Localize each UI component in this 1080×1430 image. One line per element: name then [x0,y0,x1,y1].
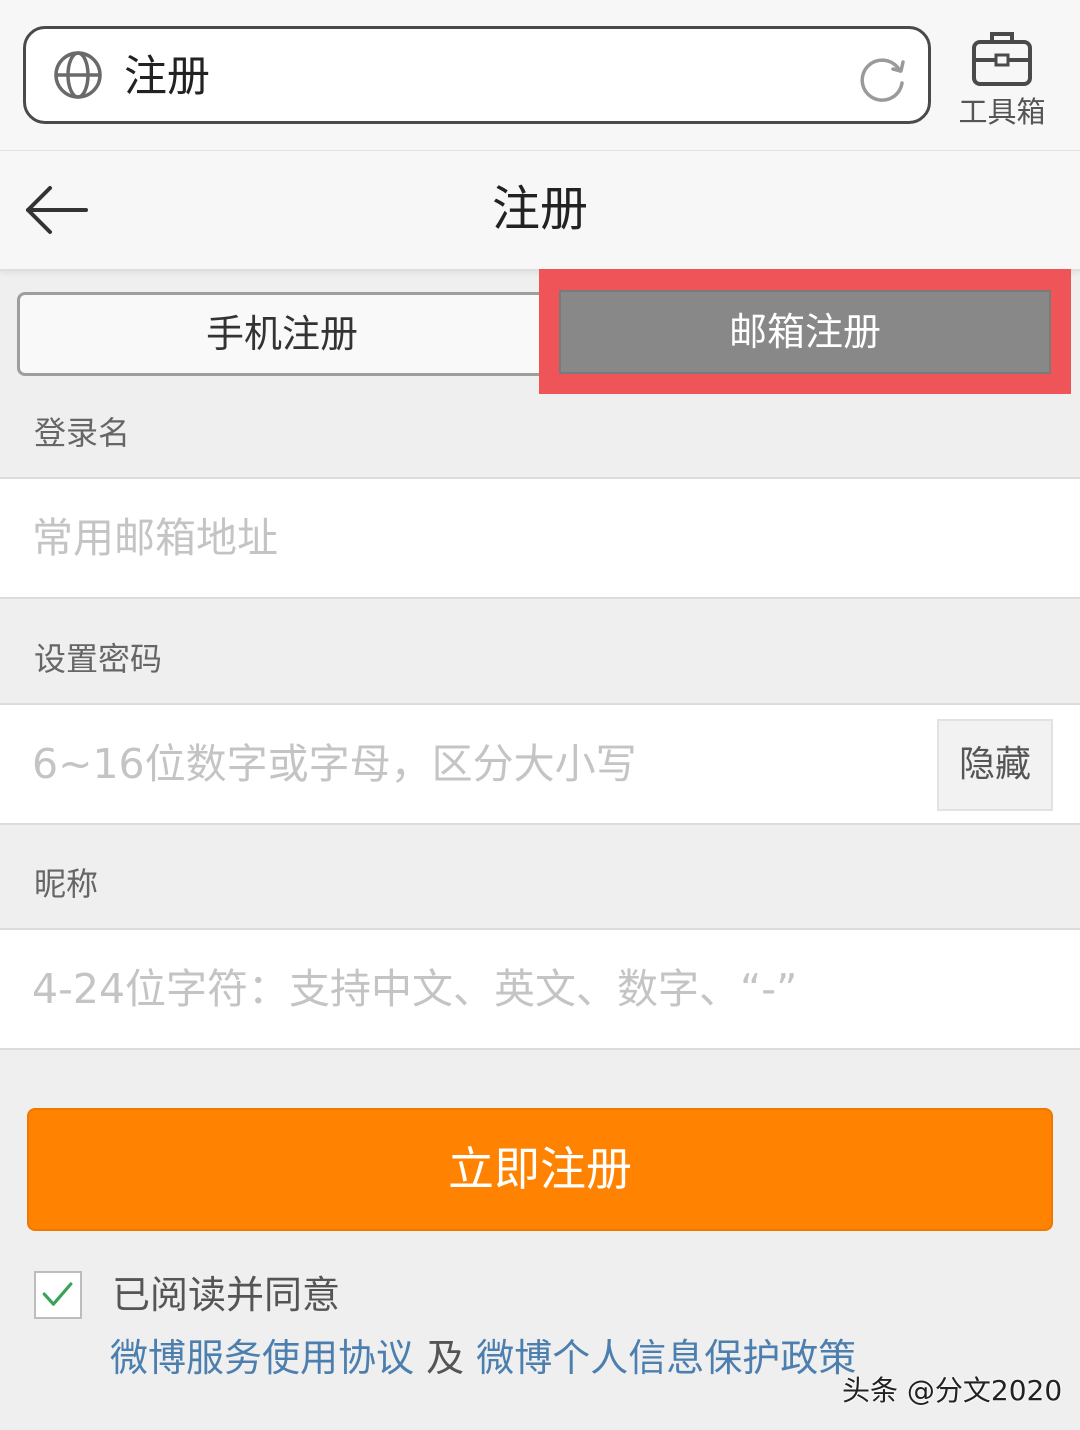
agree-text: 已阅读并同意 [112,1273,341,1317]
privacy-policy-link[interactable]: 微博个人信息保护政策 [476,1336,856,1380]
page-title: 注册 [491,181,588,237]
checkmark-icon [42,1282,73,1306]
nickname-row [0,928,1080,1050]
hide-password-button[interactable]: 隐藏 [937,719,1053,811]
page-header: 注册 [0,151,1080,271]
toolbox-label[interactable]: 工具箱 [950,94,1054,130]
password-field[interactable] [32,705,912,823]
agree-checkbox[interactable] [34,1271,82,1319]
login-name-row [0,477,1080,599]
globe-icon [54,51,102,99]
policy-links: 微博服务使用协议 及 微博个人信息保护政策 [110,1333,856,1383]
refresh-icon[interactable] [854,51,910,107]
conjunction-text: 及 [414,1336,477,1380]
tab-phone-register[interactable]: 手机注册 [17,292,547,376]
password-label: 设置密码 [34,640,163,678]
password-row: 隐藏 [0,703,1080,825]
email-field[interactable] [32,479,912,597]
address-bar[interactable]: 注册 [23,26,931,124]
address-text[interactable]: 注册 [124,49,210,105]
nickname-label: 昵称 [34,865,99,903]
nickname-field[interactable] [32,930,1032,1048]
tab-email-register[interactable]: 邮箱注册 [559,290,1051,374]
login-name-label: 登录名 [34,414,131,452]
browser-toolbar: 注册 工具箱 [0,0,1080,151]
toolbox-icon[interactable] [970,28,1034,88]
register-now-button[interactable]: 立即注册 [27,1108,1053,1231]
service-agreement-link[interactable]: 微博服务使用协议 [110,1336,414,1380]
watermark: 头条 @分文2020 [842,1374,1063,1407]
